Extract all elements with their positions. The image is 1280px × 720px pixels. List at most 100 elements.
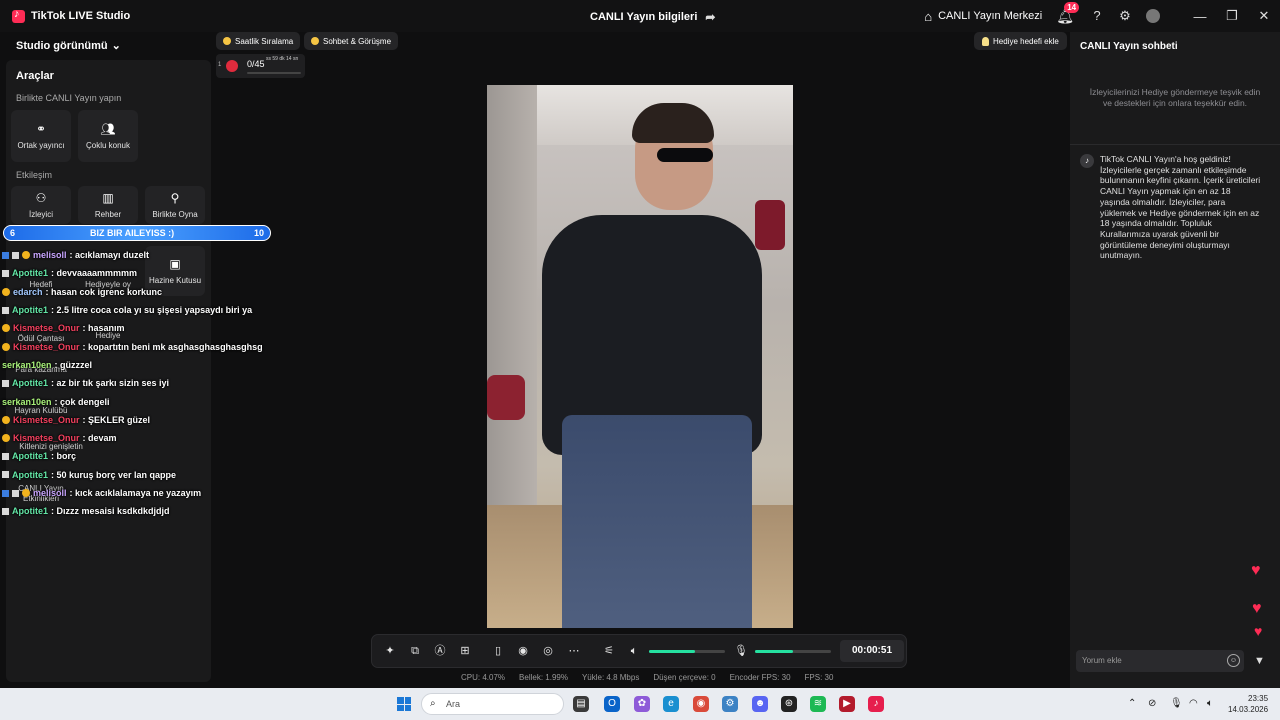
task-view-icon[interactable]: ▤ <box>573 696 589 712</box>
chat-message: Apotite1: az bir tık şarkı sizin ses iyi <box>2 374 282 392</box>
volume-tray-icon[interactable]: 🔈︎ <box>1207 698 1213 709</box>
viewer-tool-button[interactable]: ⚇ İzleyici <box>11 186 71 224</box>
speaker-volume-slider[interactable] <box>649 650 725 653</box>
outlook-icon[interactable]: O <box>604 696 620 712</box>
cohost-tool-button[interactable]: ⚭ Ortak yayıncı <box>11 110 71 162</box>
chat-text: : devam <box>82 433 117 444</box>
media-player-icon[interactable]: ▶ <box>839 696 855 712</box>
play-together-label: Birlikte Oyna <box>152 209 198 219</box>
chat-message: Apotite1: Dızzz mesaisi ksdkdkdjdjd <box>2 502 282 520</box>
lightbulb-icon <box>982 36 989 46</box>
system-clock[interactable]: 23:35 14.03.2026 <box>1228 693 1268 715</box>
clock-date: 14.03.2026 <box>1228 705 1269 714</box>
live-center-label: CANLI Yayın Merkezi <box>938 10 1043 22</box>
memory-stat: Bellek: 1.99% <box>519 673 568 682</box>
studio-view-dropdown[interactable]: Studio görünümü ⌄ <box>16 39 121 53</box>
emoji-icon[interactable]: ☺ <box>1227 654 1240 667</box>
ai-icon[interactable]: Ⓐ <box>433 644 447 658</box>
chat-text: : hasan cok igrenc korkunc <box>45 286 163 297</box>
sliders-icon[interactable]: ⚟ <box>602 644 616 658</box>
steam-icon[interactable]: ⊛ <box>781 696 797 712</box>
tiktok-studio-taskbar-icon[interactable]: ♪ <box>868 696 884 712</box>
mic-volume-slider[interactable] <box>755 650 831 653</box>
more-icon[interactable]: ⋯ <box>567 644 581 658</box>
comment-input[interactable]: Yorum ekle ☺ <box>1076 650 1244 672</box>
record-icon[interactable]: ◉ <box>516 644 530 658</box>
add-gift-goal-button[interactable]: Hediye hedefi ekle <box>974 32 1067 50</box>
banner-text: BIZ BIR AILEYISS :) <box>90 228 175 238</box>
taskbar-search[interactable]: ⌕ Ara <box>421 693 564 715</box>
microphone-icon[interactable]: 🎙︎ <box>734 644 748 658</box>
settings-gear-icon[interactable]: ⚙ <box>1118 9 1132 23</box>
chat-user: Apotite1 <box>12 268 48 279</box>
chat-message: Apotite1: 2.5 litre coca cola yı su şişe… <box>2 301 282 319</box>
speaker-icon[interactable]: 🔈︎ <box>627 644 641 658</box>
chat-coin-icon <box>311 37 319 45</box>
chat-message: Apotite1: devvaaaammmmm <box>2 264 282 282</box>
network-off-icon[interactable]: ⊘ <box>1148 698 1156 709</box>
chat-user: edarch <box>13 286 43 297</box>
heart-icon: ♥ <box>1251 562 1261 579</box>
wifi-icon[interactable]: ◠ <box>1189 698 1198 709</box>
profile-avatar[interactable] <box>1146 9 1160 23</box>
badge-icon <box>2 379 9 387</box>
edge-icon[interactable]: e <box>663 696 679 712</box>
discord-icon[interactable]: ☻ <box>752 696 768 712</box>
camera-icon[interactable]: ◎ <box>541 644 555 658</box>
badge-icon <box>2 507 9 515</box>
section-together-label: Birlikte CANLI Yayın yapın <box>16 93 122 103</box>
magic-wand-icon[interactable]: ✦ <box>383 644 397 658</box>
clock-time: 23:35 <box>1248 694 1269 703</box>
heart-icon: ♥ <box>1254 623 1263 639</box>
live-info-button[interactable]: CANLI Yayın bilgileri ➦ <box>590 10 715 24</box>
goal-count: 0/45 <box>247 59 265 69</box>
goal-progress-bar <box>247 72 301 74</box>
live-chat-panel: CANLI Yayın sohbeti İzleyicilerinizi Hed… <box>1070 32 1280 688</box>
chat-text: : acıklamayı duzelt <box>69 250 150 261</box>
notification-badge: 14 <box>1064 1 1080 13</box>
chat-user: Apotite1 <box>12 378 48 389</box>
chat-user: Apotite1 <box>12 305 48 316</box>
chat-text: : çok dengeli <box>54 396 110 407</box>
play-together-tool-button[interactable]: ⚲ Birlikte Oyna <box>145 186 205 224</box>
help-icon[interactable]: ? <box>1090 9 1104 23</box>
spotify-icon[interactable]: ≋ <box>810 696 826 712</box>
chat-text: : hasanım <box>82 323 125 334</box>
chat-call-button[interactable]: Sohbet & Görüşme <box>304 32 399 50</box>
translate-icon[interactable]: ⧉ <box>408 644 422 658</box>
chat-message: Kismetse_Onur: kopartıtın beni mk asghas… <box>2 337 282 355</box>
stream-controls-toolbar: ✦ ⧉ Ⓐ ⊞ ▯ ◉ ◎ ⋯ ⚟ 🔈︎ 🎙︎ 00:00:51 <box>371 634 907 668</box>
live-video-preview <box>487 85 793 628</box>
chrome-icon[interactable]: ◉ <box>693 696 709 712</box>
link-icon: ⚭ <box>35 121 47 136</box>
welcome-message: TikTok CANLI Yayın'a hoş geldiniz! İzley… <box>1100 154 1261 261</box>
gift-goal-widget[interactable]: 1 0/45 ss 59 dk 14 sn <box>216 54 305 78</box>
settings-app-icon[interactable]: ⚙ <box>722 696 738 712</box>
rose-gift-icon <box>226 60 238 72</box>
goal-time: ss 59 dk 14 sn <box>266 56 299 62</box>
guide-tool-button[interactable]: ▥ Rehber <box>78 186 138 224</box>
mic-tray-icon[interactable]: 🎙︎ <box>1170 698 1183 709</box>
chat-user: Apotite1 <box>12 469 48 480</box>
coin-badge-icon <box>2 434 10 443</box>
hourly-ranking-button[interactable]: Saatlik Sıralama <box>216 32 301 50</box>
close-button[interactable]: ✕ <box>1248 8 1280 24</box>
phone-icon[interactable]: ▯ <box>491 644 505 658</box>
chevron-down-icon: ⌄ <box>111 40 121 52</box>
stream-stats: CPU: 4.07% Bellek: 1.99% Yükle: 4.8 Mbps… <box>461 673 833 682</box>
chat-text: : güzzzel <box>54 359 93 370</box>
chat-call-label: Sohbet & Görüşme <box>323 36 392 46</box>
chat-message: melisoll: acıklamayı duzelt <box>2 246 282 264</box>
chevron-up-icon[interactable]: ⌃ <box>1128 698 1136 709</box>
copilot-icon[interactable]: ✿ <box>634 696 650 712</box>
heart-icon: ♥ <box>1252 600 1262 617</box>
trophy-icon <box>223 37 231 45</box>
minimize-button[interactable]: — <box>1184 9 1216 24</box>
live-center-button[interactable]: ⌂ CANLI Yayın Merkezi <box>924 9 1042 24</box>
add-source-icon[interactable]: ⊞ <box>458 644 472 658</box>
maximize-button[interactable]: ❐ <box>1216 8 1248 24</box>
windows-start-icon[interactable] <box>397 697 411 711</box>
notifications-button[interactable]: 🔔︎ 14 <box>1056 1 1080 25</box>
multiguest-tool-button[interactable]: 👥︎ Çoklu konuk <box>78 110 138 162</box>
filter-icon[interactable]: ▼ <box>1254 655 1265 667</box>
